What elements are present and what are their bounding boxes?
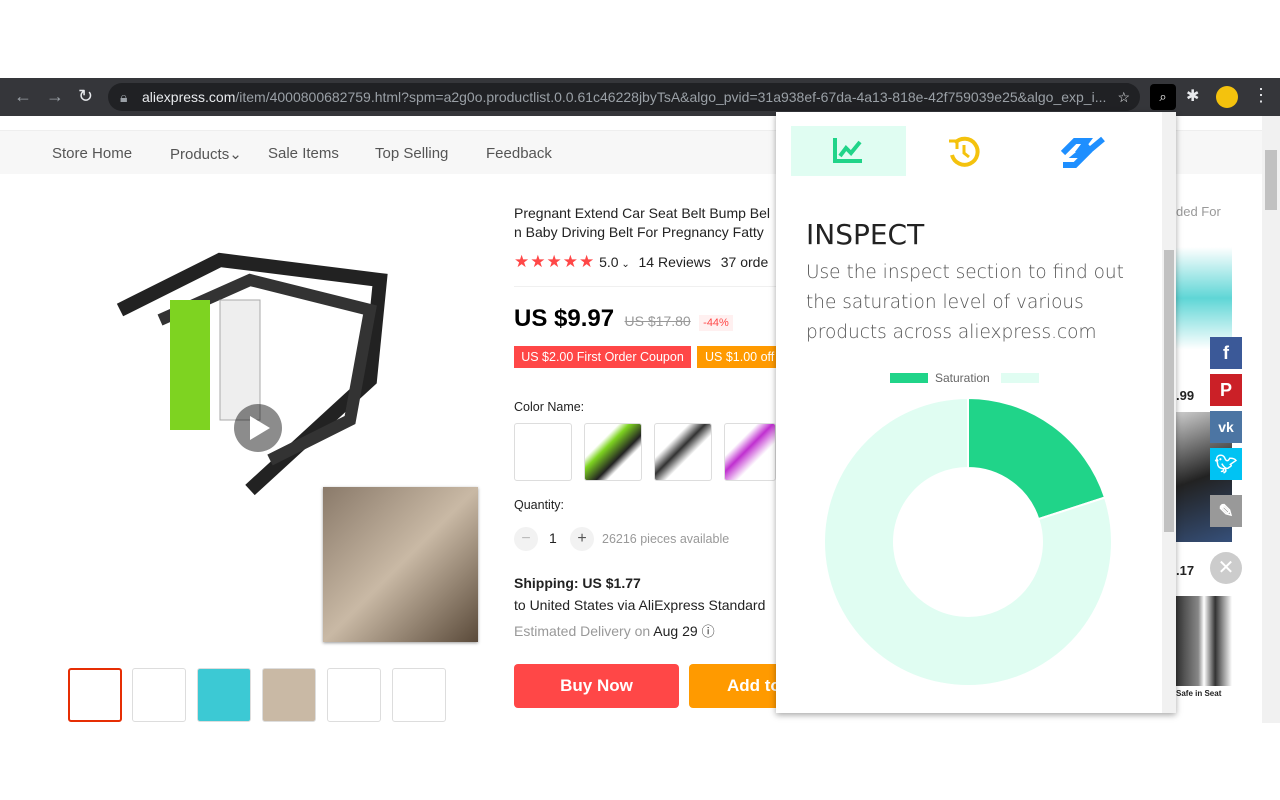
url-host: aliexpress.com (142, 89, 236, 105)
thumbnail-5[interactable] (327, 668, 381, 722)
popup-description: Use the inspect section to find out the … (806, 262, 1124, 343)
legend-swatch-saturation (890, 373, 928, 383)
product-main-image[interactable] (100, 220, 400, 510)
legend-swatch-remaining (1001, 373, 1039, 383)
old-price: US $17.80 (624, 313, 691, 329)
color-swatch-white[interactable] (514, 423, 572, 481)
nav-sale-items[interactable]: Sale Items (268, 145, 339, 162)
browser-toolbar: ← → ↻ 🔒︎ aliexpress.com/item/40008006827… (0, 78, 1280, 116)
donut-slice-saturation (967, 396, 1107, 521)
recommended-heading: ded For (1176, 204, 1221, 219)
popup-heading: INSPECT (806, 218, 925, 251)
tab-inspect[interactable] (791, 126, 906, 176)
color-swatch-green[interactable] (584, 423, 642, 481)
twitter-share-icon[interactable]: 🐦︎ (1210, 448, 1242, 480)
nav-feedback[interactable]: Feedback (486, 145, 552, 162)
lock-icon: 🔒︎ (120, 89, 128, 105)
extension-popup: INSPECT Use the inspect section to find … (776, 112, 1176, 713)
url-path: /item/4000800682759.html?spm=a2g0o.produ… (235, 89, 1107, 105)
shipping-method[interactable]: to United States via AliExpress Standard (514, 597, 776, 613)
puzzle-icon[interactable]: ✱ (1186, 86, 1199, 106)
buy-now-button[interactable]: Buy Now (514, 664, 679, 708)
quantity-input[interactable]: 1 (549, 530, 557, 546)
reviews-link[interactable]: 14 Reviews (639, 254, 711, 270)
color-swatch-black[interactable] (654, 423, 712, 481)
thumbnail-3[interactable] (197, 668, 251, 722)
popup-scrollbar[interactable] (1162, 112, 1176, 713)
recommended-price-2: .17 (1176, 563, 1195, 578)
extension-search-icon[interactable]: ⌕ (1150, 84, 1176, 110)
history-icon (949, 136, 980, 167)
tab-history[interactable] (906, 126, 1021, 176)
star-icon[interactable]: ☆ (1111, 83, 1130, 111)
reload-icon[interactable]: ↻ (78, 86, 93, 107)
thumbnail-6[interactable] (392, 668, 446, 722)
rating-row: ★★★★★ 5.0 ⌄ 14 Reviews 37 orde (514, 252, 769, 271)
menu-icon[interactable]: ⋮ (1252, 85, 1270, 106)
avatar[interactable] (1216, 86, 1238, 108)
nav-products-label: Products (170, 146, 230, 163)
forward-icon[interactable]: → (46, 86, 64, 107)
color-swatch-purple[interactable] (724, 423, 776, 481)
quantity-label: Quantity: (514, 498, 565, 512)
delivery-row: Estimated Delivery on Aug 29 ⓘ (514, 621, 715, 640)
star-rating-icon: ★★★★★ (514, 252, 596, 271)
back-icon[interactable]: ← (14, 86, 32, 107)
chevron-down-icon: ⌄ (229, 146, 242, 163)
delivery-date: Aug 29 (653, 623, 698, 639)
delivery-label: Estimated Delivery on (514, 623, 651, 639)
recommended-item-3[interactable] (1176, 596, 1232, 686)
close-share-icon[interactable]: ✕ (1210, 552, 1242, 584)
tab-deals[interactable] (1026, 126, 1141, 176)
page-scrollbar-thumb[interactable] (1265, 150, 1277, 210)
nav-top-selling[interactable]: Top Selling (375, 145, 448, 162)
quantity-decrease-button[interactable]: − (514, 527, 538, 551)
recommended-caption: Safe in Seat (1176, 689, 1222, 698)
popup-scrollbar-thumb[interactable] (1164, 250, 1174, 532)
product-inset-photo (323, 487, 478, 642)
orders-count: 37 orde (720, 254, 769, 270)
color-label: Color Name: (514, 400, 585, 414)
help-icon[interactable]: ⓘ (702, 624, 715, 639)
price-row: US $9.97 US $17.80 -44% (514, 305, 733, 333)
handshake-icon (1061, 136, 1105, 168)
price: US $9.97 (514, 305, 615, 332)
pinterest-share-icon[interactable]: P (1210, 374, 1242, 406)
saturation-donut-chart (823, 396, 1113, 687)
title-line-2: n Baby Driving Belt For Pregnancy Fatty (514, 224, 764, 240)
thumbnail-4[interactable] (262, 668, 316, 722)
discount-badge: -44% (699, 315, 733, 331)
edit-pencil-icon[interactable]: ✎ (1210, 495, 1242, 527)
rating-value[interactable]: 5.0 (599, 254, 618, 270)
title-line-1: Pregnant Extend Car Seat Belt Bump Bel (514, 205, 771, 221)
divider (514, 286, 776, 287)
quantity-increase-button[interactable]: + (570, 527, 594, 551)
available-count: 26216 pieces available (602, 532, 730, 546)
page-scrollbar[interactable] (1262, 116, 1280, 723)
address-bar[interactable]: 🔒︎ aliexpress.com/item/4000800682759.htm… (108, 83, 1140, 111)
belt-illustration (116, 252, 388, 496)
coupon-first-order[interactable]: US $2.00 First Order Coupon (514, 346, 691, 368)
thumbnail-2[interactable] (132, 668, 186, 722)
recommended-price-1: .99 (1176, 388, 1195, 403)
shipping-price: Shipping: US $1.77 (514, 575, 641, 591)
coupon-discount[interactable]: US $1.00 off (697, 346, 776, 368)
nav-store-home[interactable]: Store Home (52, 145, 132, 162)
nav-products[interactable]: Products⌄ (170, 145, 242, 163)
vk-share-icon[interactable]: vk (1210, 411, 1242, 443)
add-to-cart-button[interactable]: Add to (689, 664, 776, 708)
facebook-share-icon[interactable]: f (1210, 337, 1242, 369)
legend-label-saturation: Saturation (935, 371, 990, 385)
thumbnail-1[interactable] (68, 668, 122, 722)
trending-chart-icon (833, 138, 862, 163)
product-title: Pregnant Extend Car Seat Belt Bump Bel n… (514, 204, 776, 242)
